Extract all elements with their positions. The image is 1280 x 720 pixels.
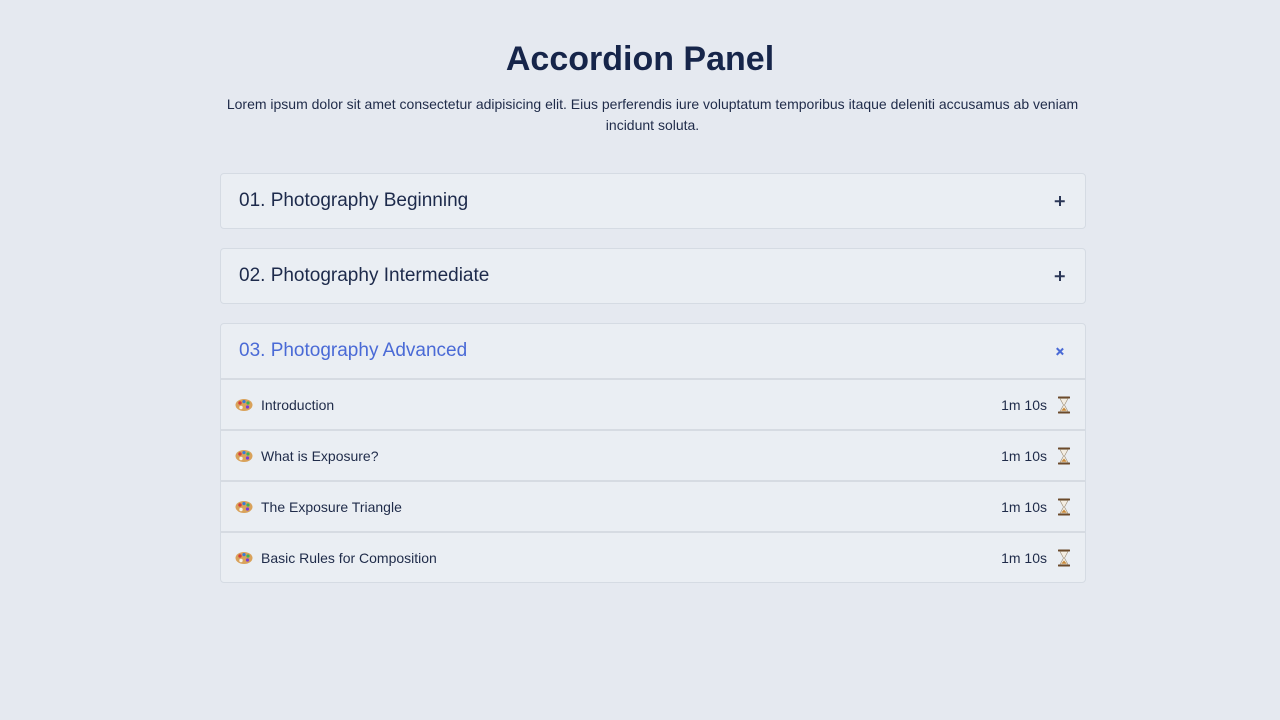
plus-icon[interactable] bbox=[1053, 269, 1067, 283]
lesson-item[interactable]: Basic Rules for Composition 1m 10s bbox=[221, 531, 1085, 582]
lesson-duration: 1m 10s bbox=[1001, 447, 1047, 464]
page: Accordion Panel Lorem ipsum dolor sit am… bbox=[0, 0, 1280, 720]
lesson-label: Basic Rules for Composition bbox=[261, 549, 437, 566]
accordion: 01. Photography Beginning 02. Photograph… bbox=[220, 173, 1086, 602]
hourglass-icon bbox=[1058, 549, 1070, 566]
lesson-item[interactable]: The Exposure Triangle 1m 10s bbox=[221, 480, 1085, 531]
lesson-label: Introduction bbox=[261, 396, 335, 413]
palette-icon bbox=[235, 500, 253, 513]
lesson-left: Introduction bbox=[235, 397, 334, 413]
accordion-panel-intermediate: 02. Photography Intermediate bbox=[220, 248, 1086, 304]
accordion-header-advanced[interactable]: 03. Photography Advanced bbox=[221, 324, 1085, 378]
lesson-item[interactable]: Introduction 1m 10s bbox=[221, 378, 1085, 429]
hourglass-icon bbox=[1058, 396, 1070, 413]
lesson-label: The Exposure Triangle bbox=[261, 498, 402, 515]
lesson-right: 1m 10s bbox=[1001, 549, 1071, 567]
palette-icon bbox=[235, 449, 253, 462]
lesson-left: What is Exposure? bbox=[235, 448, 379, 464]
page-description: Lorem ipsum dolor sit amet consectetur a… bbox=[226, 96, 1079, 133]
lesson-item[interactable]: What is Exposure? 1m 10s bbox=[221, 429, 1085, 480]
lesson-duration: 1m 10s bbox=[1001, 549, 1047, 566]
accordion-panel-advanced: 03. Photography Advanced Introduction 1m… bbox=[220, 323, 1086, 583]
close-icon[interactable] bbox=[1053, 344, 1067, 358]
lesson-right: 1m 10s bbox=[1001, 498, 1071, 516]
panel-title: 02. Photography Intermediate bbox=[239, 265, 490, 286]
lesson-left: Basic Rules for Composition bbox=[235, 550, 437, 566]
page-title: Accordion Panel bbox=[505, 40, 775, 78]
accordion-panel-beginning: 01. Photography Beginning bbox=[220, 173, 1086, 229]
lesson-right: 1m 10s bbox=[1001, 396, 1071, 414]
hourglass-icon bbox=[1058, 447, 1070, 464]
palette-icon bbox=[235, 398, 253, 411]
lesson-label: What is Exposure? bbox=[261, 447, 379, 464]
palette-icon bbox=[235, 551, 253, 564]
accordion-header-beginning[interactable]: 01. Photography Beginning bbox=[221, 174, 1085, 228]
panel-title: 03. Photography Advanced bbox=[239, 340, 468, 361]
hourglass-icon bbox=[1058, 498, 1070, 515]
lesson-left: The Exposure Triangle bbox=[235, 499, 402, 515]
panel-title: 01. Photography Beginning bbox=[239, 190, 469, 211]
lesson-right: 1m 10s bbox=[1001, 447, 1071, 465]
plus-icon[interactable] bbox=[1053, 194, 1067, 208]
accordion-header-intermediate[interactable]: 02. Photography Intermediate bbox=[221, 249, 1085, 303]
lesson-duration: 1m 10s bbox=[1001, 396, 1047, 413]
lesson-duration: 1m 10s bbox=[1001, 498, 1047, 515]
